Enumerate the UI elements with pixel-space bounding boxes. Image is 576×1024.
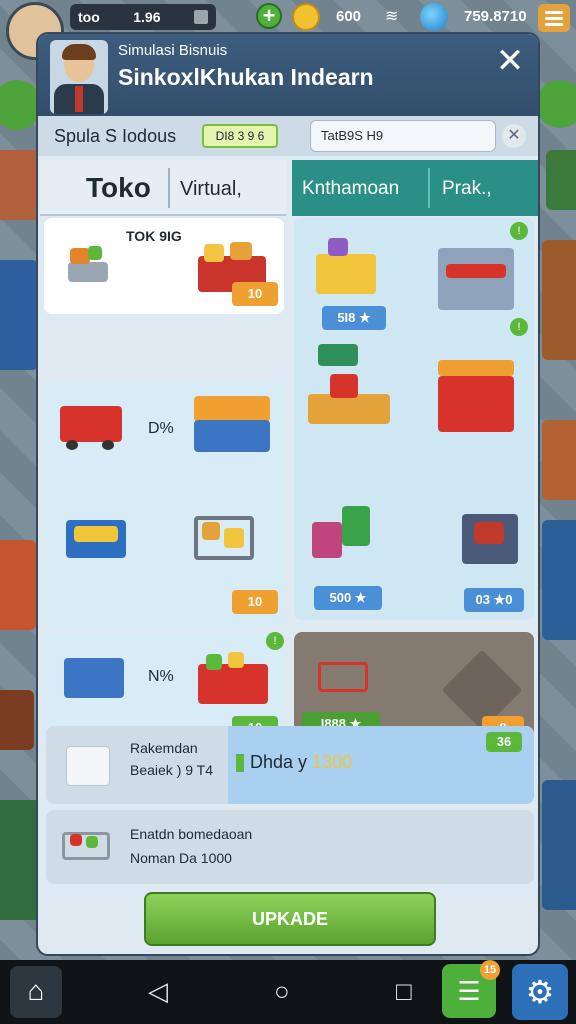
highlight-marker	[236, 754, 244, 772]
modal-header: Simulasi Bisnuis SinkoxlKhukan Indearn ✕	[38, 34, 538, 116]
back-icon[interactable]: ◁	[148, 976, 168, 1006]
close-button[interactable]: ✕	[492, 44, 528, 80]
badge-icon: !	[266, 632, 284, 650]
world-building	[0, 260, 38, 370]
shop-shelf-icon	[432, 234, 522, 324]
menu-button[interactable]	[538, 4, 570, 32]
modal-subtitle: Simulasi Bisnuis	[118, 42, 228, 59]
tab-physical-store[interactable]: Knthamoan Prak.,	[292, 160, 538, 216]
tag-badge: DI8 3 9 6	[202, 124, 278, 148]
recommendation-summary: Rakemdan Beaiek ) 9 T4 Dhda y 1300 36	[46, 726, 534, 804]
blue-truck-icon	[62, 510, 132, 580]
tab-prak-label: Prak.,	[442, 178, 492, 199]
tab-knthamoan-label: Knthamoan	[302, 178, 400, 199]
world-building	[546, 150, 576, 210]
tab-toko-label: Toko	[86, 172, 151, 203]
market-stall-icon	[304, 344, 394, 444]
cart-summary: Enatdn bomedaoan Noman Da 1000	[46, 810, 534, 884]
summary1-highlight-label: Dhda y	[250, 752, 313, 772]
business-simulation-modal: Simulasi Bisnuis SinkoxlKhukan Indearn ✕…	[36, 32, 540, 956]
summary1-line2: Beaiek ) 9 T4	[130, 762, 214, 778]
store-card-2[interactable]: D% 10	[44, 380, 284, 628]
physical-store-column: Knthamoan Prak., ! 5I8 ★ ! 500 ★ 03 ★0 I…	[292, 160, 538, 748]
hud-left-value2: 1.96	[133, 9, 161, 25]
search-input[interactable]: TatB9S H9	[310, 120, 496, 152]
settings-gear-icon[interactable]: ⚙	[512, 964, 568, 1020]
coin-icon	[292, 3, 320, 31]
virtual-store-column: Toko Virtual, TOK 9IG 10 D% 10 N% !	[40, 160, 286, 748]
home-shortcut-button[interactable]: ⌂	[10, 966, 62, 1018]
cart-icon	[60, 240, 116, 296]
hud-left-value: too	[78, 9, 100, 25]
world-building	[0, 800, 40, 920]
store-card-1-price: 10	[232, 282, 278, 306]
world-building	[0, 150, 40, 220]
orange-truck-icon	[190, 388, 274, 458]
recent-apps-icon[interactable]: □	[396, 976, 412, 1006]
gift-bags-icon	[308, 498, 384, 568]
hud-level-pill: too 1.96	[70, 4, 216, 30]
stall-icon	[312, 234, 382, 304]
cosmetics-shop-icon	[432, 354, 524, 454]
store-card-1[interactable]: TOK 9IG 10	[44, 218, 284, 314]
tab-virtual-store[interactable]: Toko Virtual,	[40, 160, 286, 216]
summary1-highlight: Dhda y 1300	[250, 752, 352, 773]
upgrade-button[interactable]: UPKADE	[144, 892, 436, 946]
add-coins-button[interactable]: +	[256, 3, 282, 29]
modal-title: SinkoxlKhukan Indearn	[118, 64, 374, 90]
notification-badge: 15	[480, 960, 500, 980]
search-label: Spula S Iodous	[54, 126, 177, 146]
summary1-highlight-panel: Dhda y 1300 36	[228, 726, 534, 804]
physical-card-price-1: 5I8 ★	[322, 306, 386, 330]
physical-store-card[interactable]: ! 5I8 ★ ! 500 ★ 03 ★0	[294, 218, 534, 620]
hud-square-icon	[193, 10, 208, 24]
store-card-1-label: TOK 9IG	[126, 228, 182, 244]
physical-card-price-3: 03 ★0	[464, 588, 524, 612]
globe-icon	[420, 3, 448, 31]
signal-icon: ≋	[385, 8, 399, 25]
summary2-line1: Enatdn bomedaoan	[130, 826, 253, 842]
summary1-highlight-value: 1300	[312, 752, 353, 772]
cart-icon	[56, 820, 120, 874]
world-building	[542, 240, 576, 360]
store-card-2-label: D%	[148, 420, 174, 437]
summary1-badge: 36	[486, 732, 522, 752]
world-building	[0, 690, 34, 750]
world-green-button[interactable]	[536, 80, 576, 128]
physical-card-price-2: 500 ★	[314, 586, 382, 610]
coins-value: 600	[336, 8, 362, 25]
badge-icon: !	[510, 318, 528, 336]
tab-virtual-label: Virtual,	[180, 178, 242, 200]
home-icon[interactable]: ○	[274, 976, 290, 1006]
package-icon	[62, 736, 116, 792]
summary2-line2: Noman Da 1000	[130, 850, 232, 866]
basket-icon	[312, 646, 374, 706]
world-building	[542, 780, 576, 910]
cash-value: 759.8710	[464, 8, 527, 25]
world-building	[542, 420, 576, 500]
kiosk-icon	[458, 508, 522, 572]
produce-basket-icon	[194, 648, 274, 712]
van-icon	[60, 648, 130, 712]
store-card-2-price: 10	[232, 590, 278, 614]
clear-search-button[interactable]: ✕	[502, 124, 526, 148]
search-row: Spula S Iodous DI8 3 9 6 TatB9S H9 ✕	[38, 116, 538, 156]
manager-portrait	[50, 40, 108, 114]
summary1-line1: Rakemdan	[130, 740, 198, 756]
badge-icon: !	[510, 222, 528, 240]
world-building	[0, 540, 36, 630]
world-building	[542, 520, 576, 640]
store-card-3-label: N%	[148, 668, 174, 685]
navigation-bar: ⌂ ◁ ○ □ ☰ 15 ⚙	[0, 960, 576, 1024]
shopping-cart-icon	[184, 508, 270, 594]
red-truck-icon	[60, 400, 126, 450]
